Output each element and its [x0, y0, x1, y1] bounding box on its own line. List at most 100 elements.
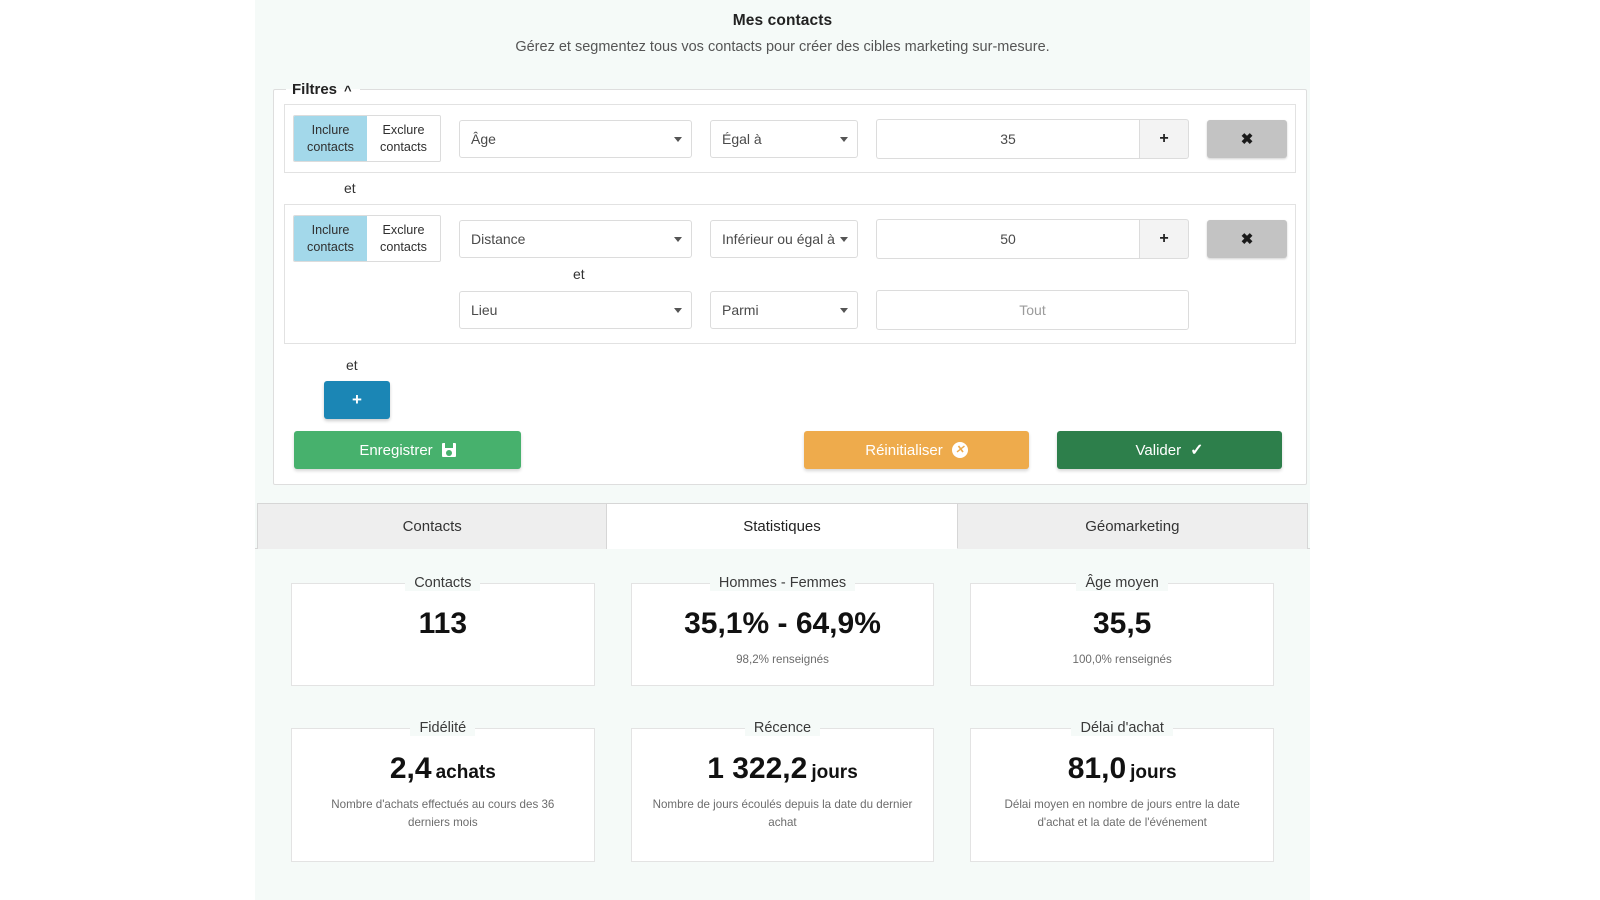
add-filter-button[interactable]: +: [324, 381, 390, 419]
reset-button-label: Réinitialiser: [865, 442, 943, 459]
filter-value-group: [876, 290, 1189, 330]
page-subtitle: Gérez et segmentez tous vos contacts pou…: [255, 30, 1310, 55]
stat-card-legend: Âge moyen: [1076, 575, 1167, 591]
content-area: Mes contacts Gérez et segmentez tous vos…: [255, 0, 1310, 900]
stat-value-number: 81,0: [1068, 752, 1126, 785]
stat-card-age-moyen: Âge moyen 35,5 100,0% renseignés: [970, 575, 1274, 686]
stat-card-value: 113: [419, 607, 467, 640]
filter-value-input[interactable]: [876, 219, 1139, 259]
filter-value-input[interactable]: [876, 290, 1189, 330]
stat-value-number: 113: [419, 607, 467, 640]
filter-actions: Enregistrer Réinitialiser ✕ Valider ✓: [284, 430, 1296, 470]
toggle-exclude-contacts[interactable]: Exclure contacts: [367, 216, 440, 261]
toggle-include-line1: Inclure: [312, 122, 350, 139]
add-value-button[interactable]: +: [1139, 219, 1189, 259]
toggle-include-contacts[interactable]: Inclure contacts: [294, 216, 367, 261]
filter-field-value: Lieu: [471, 302, 497, 318]
filter-group: Inclure contacts Exclure contacts Âge Ég…: [284, 104, 1296, 173]
stat-card-subtext: Délai moyen en nombre de jours entre la …: [990, 796, 1255, 831]
filter-operator-select[interactable]: Parmi: [710, 291, 858, 329]
stat-card-delai-achat: Délai d'achat 81,0jours Délai moyen en n…: [970, 720, 1274, 862]
chevron-up-icon[interactable]: ^: [344, 84, 352, 97]
tab-geomarketing[interactable]: Géomarketing: [958, 503, 1308, 549]
save-button[interactable]: Enregistrer: [294, 431, 521, 469]
stat-card-subtext: 100,0% renseignés: [1073, 651, 1172, 668]
stat-card-hommes-femmes: Hommes - Femmes 35,1% - 64,9% 98,2% rens…: [631, 575, 935, 686]
tab-contacts[interactable]: Contacts: [257, 503, 607, 549]
filter-connector-and: et: [284, 173, 1296, 198]
stat-value-unit: achats: [436, 762, 496, 783]
filter-field-select[interactable]: Lieu: [459, 291, 692, 329]
stat-value-unit: jours: [1130, 762, 1176, 783]
stat-card-contacts: Contacts 113: [291, 575, 595, 686]
filter-value-group: +: [876, 119, 1189, 159]
toggle-exclude-contacts[interactable]: Exclure contacts: [367, 116, 440, 161]
filter-field-value: Distance: [471, 231, 525, 247]
save-button-label: Enregistrer: [359, 442, 432, 459]
stat-card-value: 35,5: [1093, 607, 1151, 640]
stat-card-recence: Récence 1 322,2jours Nombre de jours éco…: [631, 720, 935, 862]
validate-button-label: Valider: [1136, 442, 1182, 459]
stat-card-legend: Délai d'achat: [1071, 720, 1172, 736]
delete-filter-button[interactable]: ✖: [1207, 220, 1287, 258]
toggle-exclude-line2: contacts: [380, 139, 427, 156]
filter-inner-connector-and: et: [573, 262, 1287, 284]
plus-icon: +: [352, 390, 362, 410]
reset-button[interactable]: Réinitialiser ✕: [804, 431, 1029, 469]
close-icon: ✖: [1241, 230, 1254, 248]
filter-operator-select[interactable]: Inférieur ou égal à: [710, 220, 858, 258]
stat-card-legend: Fidélité: [410, 720, 475, 736]
toggle-include-contacts[interactable]: Inclure contacts: [294, 116, 367, 161]
page-title: Mes contacts: [255, 0, 1310, 30]
filter-operator-value: Parmi: [722, 302, 759, 318]
toggle-exclude-line1: Exclure: [383, 122, 425, 139]
filter-value-group: +: [876, 219, 1189, 259]
tab-statistiques[interactable]: Statistiques: [607, 503, 957, 549]
filters-legend-label: Filtres: [292, 81, 337, 98]
include-exclude-toggle[interactable]: Inclure contacts Exclure contacts: [293, 115, 441, 162]
toggle-include-line2: contacts: [307, 239, 354, 256]
delete-filter-button[interactable]: ✖: [1207, 120, 1287, 158]
stat-card-value: 2,4achats: [390, 752, 496, 785]
stat-card-legend: Hommes - Femmes: [710, 575, 855, 591]
toggle-exclude-line1: Exclure: [383, 222, 425, 239]
filter-group: Inclure contacts Exclure contacts Distan…: [284, 204, 1296, 344]
circle-x-icon: ✕: [952, 442, 968, 458]
check-icon: ✓: [1190, 440, 1203, 460]
stat-value-number: 35,5: [1093, 607, 1151, 640]
toggle-include-line2: contacts: [307, 139, 354, 156]
filter-connector-and: et: [284, 344, 1296, 375]
main-tabs: Contacts Statistiques Géomarketing: [255, 503, 1310, 549]
filters-panel: Filtres ^ Inclure contacts Exclure conta…: [273, 81, 1307, 485]
filter-field-select[interactable]: Âge: [459, 120, 692, 158]
toggle-exclude-line2: contacts: [380, 239, 427, 256]
validate-button[interactable]: Valider ✓: [1057, 431, 1282, 469]
stat-value-number: 35,1% - 64,9%: [684, 607, 881, 640]
stat-value-number: 1 322,2: [707, 752, 807, 785]
stat-card-fidelite: Fidélité 2,4achats Nombre d'achats effec…: [291, 720, 595, 862]
filter-value-input[interactable]: [876, 119, 1139, 159]
stat-card-value: 35,1% - 64,9%: [684, 607, 881, 640]
filter-field-select[interactable]: Distance: [459, 220, 692, 258]
include-exclude-toggle[interactable]: Inclure contacts Exclure contacts: [293, 215, 441, 262]
stat-card-legend: Contacts: [405, 575, 480, 591]
close-icon: ✖: [1241, 130, 1254, 148]
filter-row: Inclure contacts Exclure contacts Âge Ég…: [293, 115, 1287, 162]
stat-card-subtext: Nombre d'achats effectués au cours des 3…: [310, 796, 575, 831]
filter-row: Lieu Parmi: [293, 286, 1287, 333]
stat-card-subtext: Nombre de jours écoulés depuis la date d…: [650, 796, 915, 831]
toggle-include-line1: Inclure: [312, 222, 350, 239]
filter-operator-value: Égal à: [722, 131, 762, 147]
filter-operator-value: Inférieur ou égal à: [722, 231, 835, 247]
filter-row: Inclure contacts Exclure contacts Distan…: [293, 215, 1287, 262]
stat-card-subtext: 98,2% renseignés: [736, 651, 829, 668]
stat-card-legend: Récence: [745, 720, 820, 736]
filter-field-value: Âge: [471, 131, 496, 147]
stat-value-unit: jours: [811, 762, 857, 783]
page-root: Mes contacts Gérez et segmentez tous vos…: [0, 0, 1600, 900]
stat-card-value: 1 322,2jours: [707, 752, 858, 785]
add-value-button[interactable]: +: [1139, 119, 1189, 159]
filter-operator-select[interactable]: Égal à: [710, 120, 858, 158]
filters-legend[interactable]: Filtres ^: [286, 81, 360, 98]
stat-value-number: 2,4: [390, 752, 432, 785]
